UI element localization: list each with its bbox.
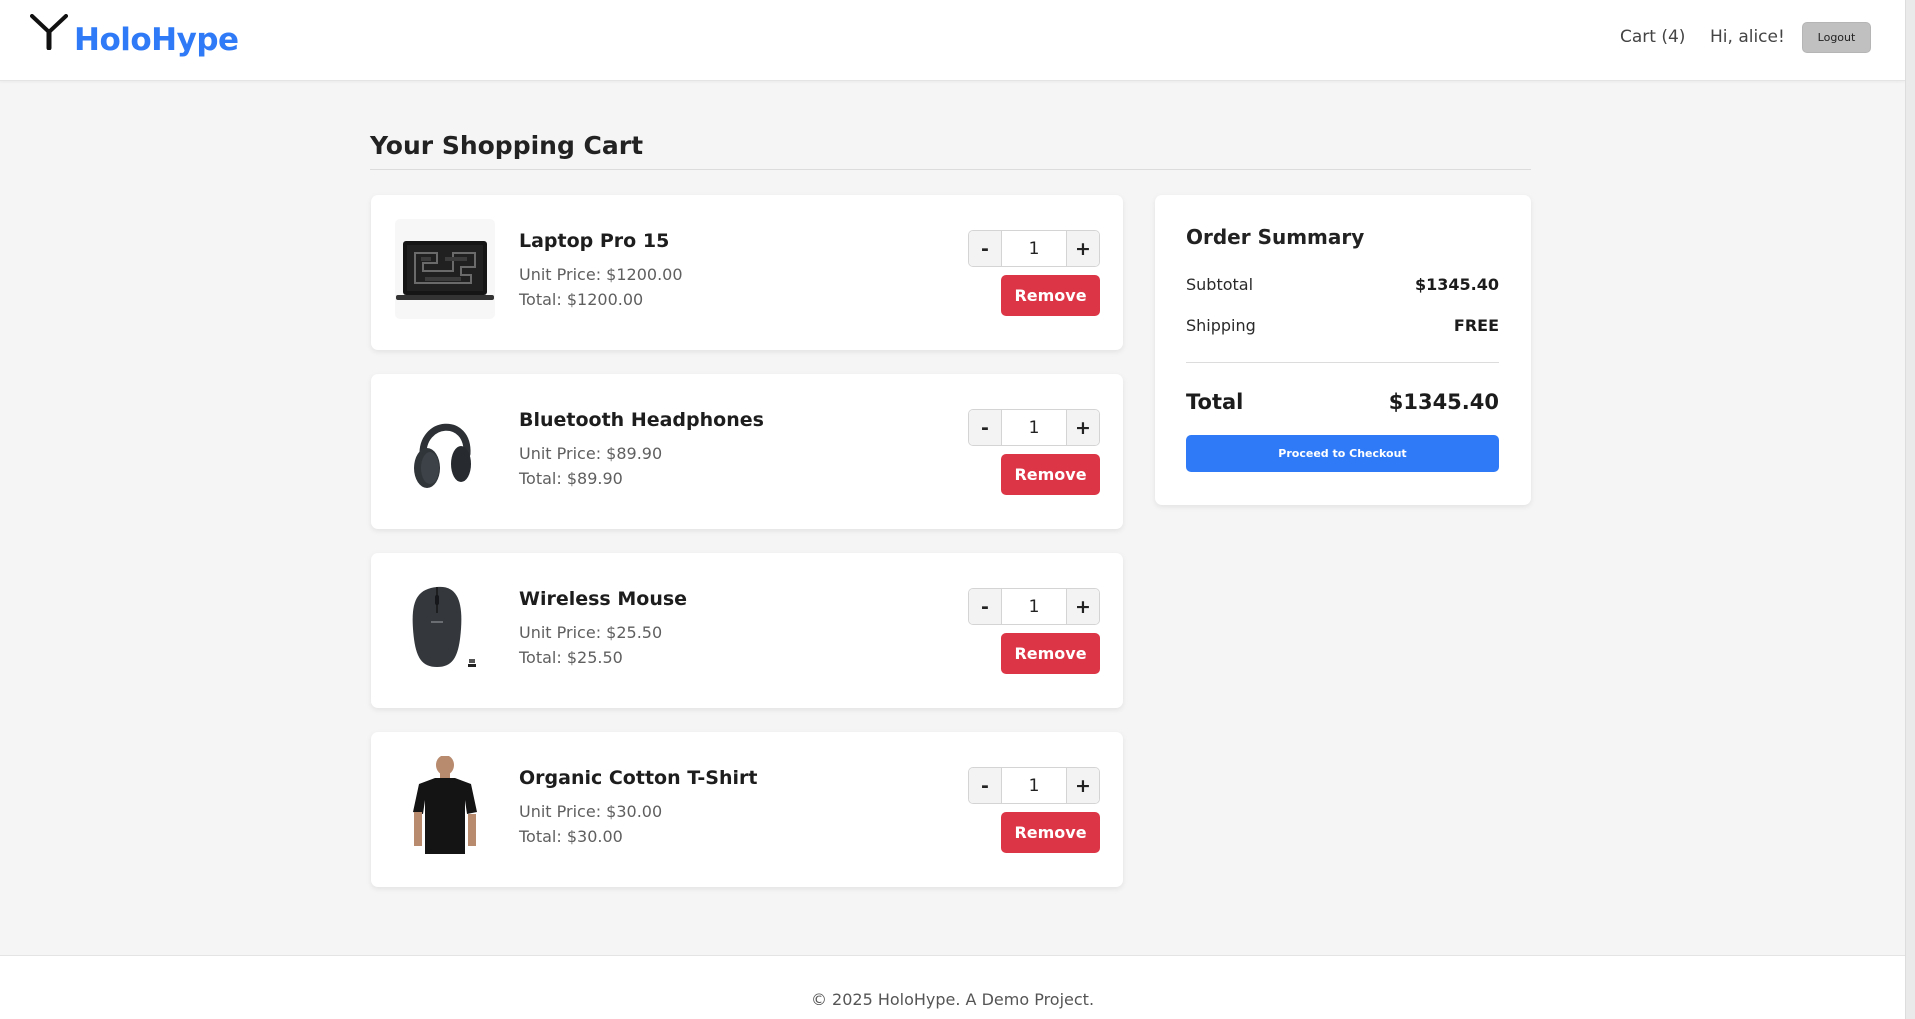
cart-item: Organic Cotton T-Shirt Unit Price: $30.0… bbox=[371, 732, 1123, 887]
quantity-stepper: - + bbox=[968, 767, 1100, 804]
user-greeting: Hi, alice! bbox=[1710, 27, 1785, 47]
subtotal-value: $1345.40 bbox=[1414, 275, 1499, 294]
increase-quantity-button[interactable]: + bbox=[1066, 231, 1099, 266]
remove-item-button[interactable]: Remove bbox=[1001, 275, 1100, 316]
summary-divider bbox=[1186, 362, 1499, 363]
increase-quantity-button[interactable]: + bbox=[1066, 410, 1099, 445]
item-name: Laptop Pro 15 bbox=[519, 230, 670, 252]
page-title: Your Shopping Cart bbox=[370, 131, 644, 160]
item-name: Organic Cotton T-Shirt bbox=[519, 767, 758, 789]
laptop-image bbox=[395, 219, 495, 319]
remove-item-button[interactable]: Remove bbox=[1001, 633, 1100, 674]
headphones-image bbox=[395, 398, 495, 498]
increase-quantity-button[interactable]: + bbox=[1066, 589, 1099, 624]
quantity-input[interactable] bbox=[1002, 231, 1066, 266]
total-label: Total bbox=[1186, 390, 1244, 414]
checkout-button[interactable]: Proceed to Checkout bbox=[1186, 435, 1499, 472]
item-total: Total: $1200.00 bbox=[519, 290, 644, 309]
remove-item-button[interactable]: Remove bbox=[1001, 454, 1100, 495]
cart-item: Laptop Pro 15 Unit Price: $1200.00 Total… bbox=[371, 195, 1123, 350]
brand-name[interactable]: HoloHype bbox=[74, 22, 239, 58]
vertical-scrollbar[interactable] bbox=[1905, 0, 1915, 1019]
item-total: Total: $30.00 bbox=[519, 827, 623, 846]
nav-cart-link[interactable]: Cart (4) bbox=[1620, 27, 1685, 47]
remove-item-button[interactable]: Remove bbox=[1001, 812, 1100, 853]
order-summary-panel: Order Summary Subtotal $1345.40 Shipping… bbox=[1155, 195, 1531, 505]
shipping-label: Shipping bbox=[1186, 316, 1256, 335]
title-divider bbox=[370, 169, 1531, 170]
cart-item: Bluetooth Headphones Unit Price: $89.90 … bbox=[371, 374, 1123, 529]
item-total: Total: $89.90 bbox=[519, 469, 623, 488]
decrease-quantity-button[interactable]: - bbox=[969, 768, 1002, 803]
top-navbar: HoloHype Cart (4) Hi, alice! Logout bbox=[0, 0, 1905, 81]
y-logo-icon[interactable] bbox=[30, 14, 68, 50]
cart-item: Wireless Mouse Unit Price: $25.50 Total:… bbox=[371, 553, 1123, 708]
decrease-quantity-button[interactable]: - bbox=[969, 589, 1002, 624]
item-unit-price: Unit Price: $89.90 bbox=[519, 444, 663, 463]
footer-copyright: © 2025 HoloHype. A Demo Project. bbox=[810, 990, 1095, 1009]
item-unit-price: Unit Price: $30.00 bbox=[519, 802, 663, 821]
decrease-quantity-button[interactable]: - bbox=[969, 410, 1002, 445]
quantity-input[interactable] bbox=[1002, 410, 1066, 445]
subtotal-label: Subtotal bbox=[1186, 275, 1254, 294]
order-summary-title: Order Summary bbox=[1186, 225, 1365, 249]
total-value: $1345.40 bbox=[1388, 390, 1499, 414]
item-name: Bluetooth Headphones bbox=[519, 409, 764, 431]
mouse-image bbox=[395, 577, 495, 677]
item-unit-price: Unit Price: $25.50 bbox=[519, 623, 663, 642]
shipping-value: FREE bbox=[1453, 316, 1499, 335]
quantity-input[interactable] bbox=[1002, 589, 1066, 624]
item-unit-price: Unit Price: $1200.00 bbox=[519, 265, 683, 284]
tshirt-image bbox=[395, 756, 495, 856]
quantity-stepper: - + bbox=[968, 409, 1100, 446]
decrease-quantity-button[interactable]: - bbox=[969, 231, 1002, 266]
item-total: Total: $25.50 bbox=[519, 648, 623, 667]
increase-quantity-button[interactable]: + bbox=[1066, 768, 1099, 803]
quantity-stepper: - + bbox=[968, 588, 1100, 625]
footer: © 2025 HoloHype. A Demo Project. bbox=[0, 955, 1905, 1019]
item-name: Wireless Mouse bbox=[519, 588, 688, 610]
quantity-stepper: - + bbox=[968, 230, 1100, 267]
logout-button[interactable]: Logout bbox=[1802, 22, 1871, 53]
quantity-input[interactable] bbox=[1002, 768, 1066, 803]
